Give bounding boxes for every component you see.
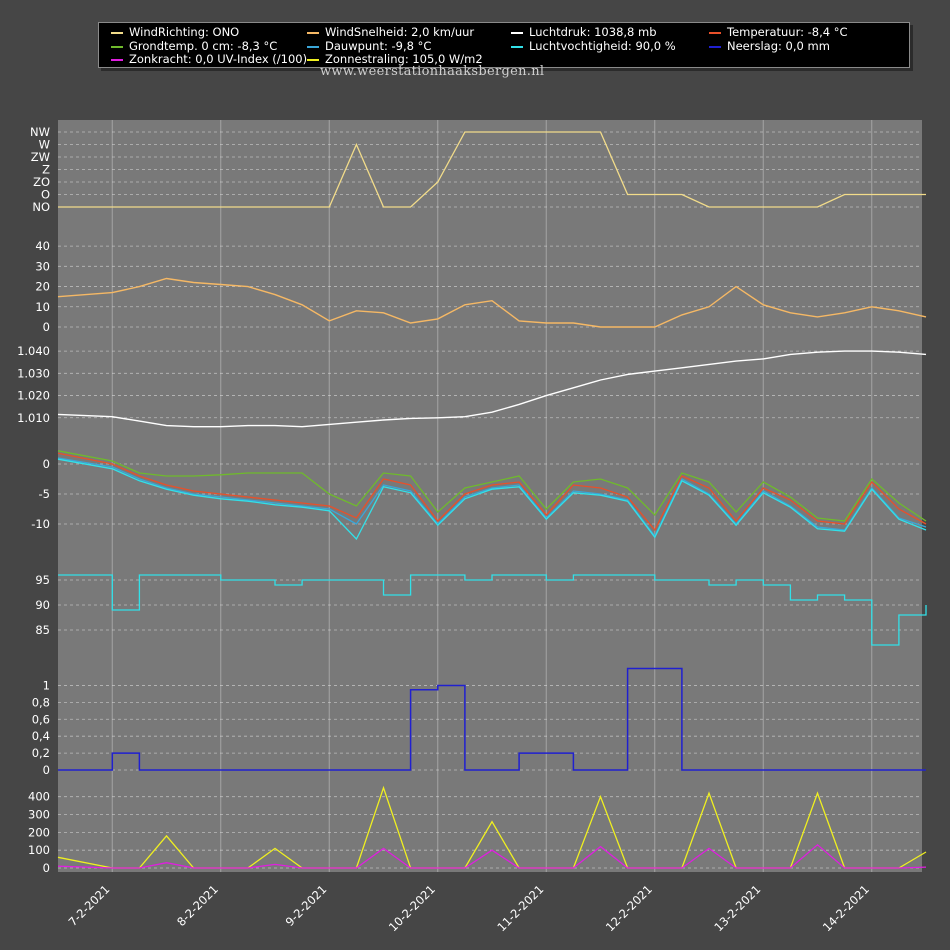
panel-separator: [56, 327, 58, 340]
y-tick-label: -10: [31, 517, 50, 531]
weather-chart: WindRichting: ONO WindSnelheid: 2,0 km/uu…: [0, 0, 950, 950]
y-tick-label: 100: [28, 843, 50, 857]
y-tick-label: ZO: [33, 175, 50, 189]
y-tick-label: 40: [35, 239, 50, 253]
x-tick-label: 11-2-2021: [494, 882, 546, 934]
y-tick-label: 1.020: [17, 389, 50, 403]
y-tick-label: ZW: [31, 150, 50, 164]
plot-background: [58, 120, 922, 872]
x-tick-label: 9-2-2021: [283, 882, 330, 929]
panel-separator: [56, 215, 58, 236]
y-tick-label: 1.040: [17, 344, 50, 358]
y-tick-label: 0: [43, 457, 50, 471]
y-tick-label: O: [41, 188, 50, 202]
x-tick-label: 7-2-2021: [66, 882, 113, 929]
y-tick-label: 85: [35, 623, 50, 637]
y-tick-label: 10: [35, 300, 50, 314]
y-tick-label: 400: [28, 790, 50, 804]
x-tick-label: 13-2-2021: [711, 882, 763, 934]
y-tick-label: 300: [28, 808, 50, 822]
y-tick-label: 0,8: [32, 695, 50, 709]
y-tick-label: 1.030: [17, 366, 50, 380]
y-tick-label: 20: [35, 280, 50, 294]
panel-separator: [56, 440, 58, 446]
y-tick-label: 0,6: [32, 712, 50, 726]
y-tick-label: 30: [35, 259, 50, 273]
y-tick-label: 1: [43, 678, 50, 692]
x-tick-label: 12-2-2021: [603, 882, 655, 934]
x-tick-label: 10-2-2021: [386, 882, 438, 934]
plot-area: 7-2-2021 8-2-2021 9-2-2021 10-2-2021 11-2-20…: [17, 120, 927, 934]
y-tick-label: W: [39, 138, 50, 152]
y-tick-label: 95: [35, 573, 50, 587]
y-tick-label: 1.010: [17, 411, 50, 425]
y-tick-label: 0: [43, 320, 50, 334]
y-tick-label: NW: [30, 125, 50, 139]
y-tick-label: 0: [43, 861, 50, 875]
y-tick-label: NO: [32, 200, 50, 214]
panel-separator: [56, 655, 58, 677]
panel-separator: [56, 548, 58, 560]
y-tick-label: 0,2: [32, 746, 50, 760]
y-tick-label: 90: [35, 598, 50, 612]
panel-separator: [56, 770, 58, 786]
y-tick-label: -5: [39, 487, 50, 501]
x-tick-label: 8-2-2021: [174, 882, 221, 929]
y-tick-label: 0,4: [32, 729, 50, 743]
x-tick-label: 14-2-2021: [820, 882, 872, 934]
y-tick-label: 0: [43, 763, 50, 777]
y-tick-label: 200: [28, 825, 50, 839]
y-tick-label: Z: [42, 163, 50, 177]
